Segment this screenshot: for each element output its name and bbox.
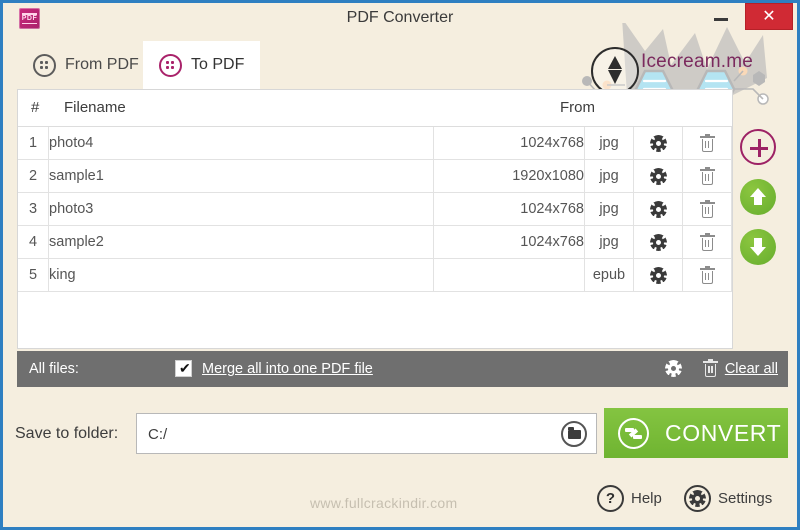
gear-icon[interactable]	[665, 360, 682, 377]
gear-icon[interactable]	[650, 135, 667, 152]
row-delete-cell[interactable]	[682, 225, 732, 259]
tab-bar: From PDF To PDF	[3, 33, 797, 89]
table-row[interactable]: 2 sample1 1920x1080 jpg	[18, 159, 732, 193]
clear-all-link[interactable]: Clear all	[725, 351, 778, 387]
row-number: 3	[18, 192, 49, 226]
title-bar: PDF PDF Converter ✕	[3, 3, 797, 33]
tab-from-pdf-label: From PDF	[65, 56, 139, 73]
row-settings-cell[interactable]	[633, 192, 683, 226]
merge-checkbox[interactable]: ✔	[175, 360, 192, 377]
row-number: 4	[18, 225, 49, 259]
add-file-button[interactable]	[740, 129, 776, 165]
row-type: jpg	[584, 225, 634, 259]
trash-icon[interactable]	[699, 232, 715, 251]
row-filename: sample2	[48, 225, 434, 259]
table-row[interactable]: 3 photo3 1024x768 jpg	[18, 192, 732, 226]
check-icon: ✔	[179, 360, 191, 376]
convert-button-label: CONVERT	[665, 419, 782, 446]
row-settings-cell[interactable]	[633, 258, 683, 292]
trash-icon[interactable]	[699, 166, 715, 185]
trash-icon[interactable]	[699, 133, 715, 152]
row-delete-cell[interactable]	[682, 192, 732, 226]
all-files-label: All files:	[29, 361, 79, 377]
to-pdf-icon	[159, 53, 182, 77]
row-size: 1024x768	[433, 127, 585, 160]
column-header-number: #	[31, 99, 40, 116]
file-list-panel: # Filename From 1 photo4 1024x768 jpg 2 …	[17, 89, 733, 349]
trash-icon[interactable]	[703, 359, 718, 378]
tab-to-pdf-label: To PDF	[191, 56, 245, 73]
question-circle-icon: ?	[597, 485, 624, 512]
row-filename: photo3	[48, 192, 434, 226]
gear-icon[interactable]	[650, 234, 667, 251]
row-type: jpg	[584, 159, 634, 193]
row-size: 1024x768	[433, 225, 585, 259]
tab-to-pdf[interactable]: To PDF	[143, 41, 261, 89]
table-row[interactable]: 1 photo4 1024x768 jpg	[18, 127, 732, 160]
row-delete-cell[interactable]	[682, 258, 732, 292]
minimize-button[interactable]	[701, 3, 741, 30]
browse-folder-button[interactable]	[561, 421, 587, 447]
row-size	[433, 258, 585, 292]
site-watermark: www.fullcrackindir.com	[310, 495, 458, 511]
row-settings-cell[interactable]	[633, 127, 683, 160]
row-number: 5	[18, 258, 49, 292]
gear-icon[interactable]	[650, 267, 667, 284]
gear-icon[interactable]	[650, 201, 667, 218]
app-window: PDF PDF Converter ✕ Icecream.me From PDF…	[0, 0, 800, 530]
row-settings-cell[interactable]	[633, 159, 683, 193]
file-table: 1 photo4 1024x768 jpg 2 sample1 1920x108…	[18, 127, 732, 292]
gear-circle-icon	[684, 485, 711, 512]
tab-from-pdf[interactable]: From PDF	[17, 41, 155, 89]
row-size: 1920x1080	[433, 159, 585, 193]
trash-icon[interactable]	[699, 199, 715, 218]
move-down-button[interactable]	[740, 229, 776, 265]
table-row[interactable]: 4 sample2 1024x768 jpg	[18, 225, 732, 259]
row-type: epub	[584, 258, 634, 292]
all-files-delete-button[interactable]	[703, 359, 718, 378]
save-path-field[interactable]	[136, 413, 597, 455]
all-files-bar: All files: ✔ Merge all into one PDF file…	[17, 351, 788, 387]
help-button[interactable]: ? Help	[597, 485, 662, 512]
table-header: # Filename From	[18, 90, 732, 127]
row-type: jpg	[584, 192, 634, 226]
convert-button[interactable]: CONVERT	[604, 408, 788, 458]
move-up-button[interactable]	[740, 179, 776, 215]
save-path-input[interactable]	[146, 414, 570, 455]
row-filename: sample1	[48, 159, 434, 193]
column-header-filename: Filename	[64, 99, 126, 116]
table-row[interactable]: 5 king epub	[18, 258, 732, 292]
row-filename: king	[48, 258, 434, 292]
row-number: 1	[18, 127, 49, 160]
trash-icon[interactable]	[699, 265, 715, 284]
minimize-icon	[714, 18, 728, 21]
merge-all-link[interactable]: Merge all into one PDF file	[202, 351, 373, 387]
folder-icon	[568, 427, 581, 439]
row-delete-cell[interactable]	[682, 159, 732, 193]
row-number: 2	[18, 159, 49, 193]
page-title: PDF Converter	[346, 9, 454, 26]
save-to-folder-label: Save to folder:	[15, 425, 119, 442]
from-pdf-icon	[33, 53, 56, 77]
row-size: 1024x768	[433, 192, 585, 226]
gear-icon[interactable]	[650, 168, 667, 185]
help-label: Help	[631, 490, 662, 507]
all-files-settings-button[interactable]	[665, 360, 682, 378]
settings-label: Settings	[718, 490, 773, 507]
settings-button[interactable]: Settings	[684, 485, 772, 512]
column-header-from: From	[560, 99, 595, 116]
convert-refresh-icon	[618, 417, 649, 449]
close-button[interactable]: ✕	[745, 3, 793, 30]
row-type: jpg	[584, 127, 634, 160]
row-filename: photo4	[48, 127, 434, 160]
row-delete-cell[interactable]	[682, 127, 732, 160]
row-settings-cell[interactable]	[633, 225, 683, 259]
side-actions	[740, 129, 786, 279]
